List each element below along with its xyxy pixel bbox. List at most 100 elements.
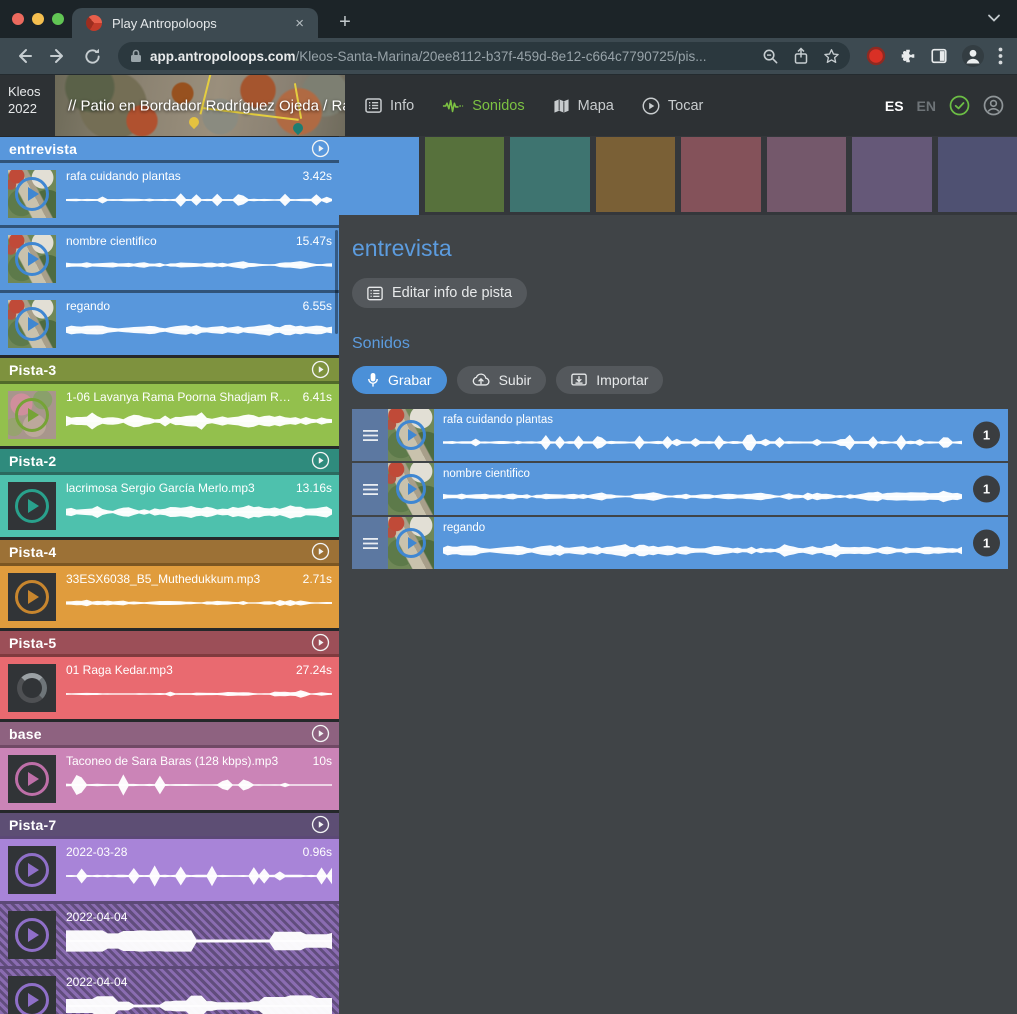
track-color-block-6[interactable] bbox=[767, 137, 847, 212]
tab-close-icon[interactable]: × bbox=[291, 14, 308, 33]
play-sound-icon[interactable] bbox=[15, 918, 49, 952]
sound-row[interactable]: 33ESX6038_B5_Muthedukkum.mp32.71s bbox=[0, 566, 339, 628]
play-section-icon[interactable] bbox=[311, 633, 330, 652]
edit-track-info-button[interactable]: Editar info de pista bbox=[352, 278, 527, 308]
panel-sound-row[interactable]: regando1 bbox=[352, 517, 1008, 569]
play-sound-icon[interactable] bbox=[15, 177, 49, 211]
track-color-block-1[interactable] bbox=[339, 137, 419, 215]
section-header-entrevista[interactable]: entrevista bbox=[0, 137, 339, 160]
play-sound-icon[interactable] bbox=[15, 307, 49, 341]
window-controls[interactable] bbox=[12, 13, 64, 25]
track-color-block-5[interactable] bbox=[681, 137, 761, 212]
play-sound-icon[interactable] bbox=[15, 983, 49, 1014]
play-sound-icon[interactable] bbox=[15, 398, 49, 432]
sound-thumbnail[interactable] bbox=[388, 463, 434, 515]
sound-row[interactable]: 2022-04-04 bbox=[0, 969, 339, 1014]
back-button[interactable] bbox=[10, 42, 38, 70]
language-es[interactable]: ES bbox=[885, 98, 904, 114]
track-color-block-2[interactable] bbox=[425, 137, 505, 212]
sound-thumbnail[interactable] bbox=[388, 517, 434, 569]
share-icon[interactable] bbox=[793, 47, 809, 65]
forward-button[interactable] bbox=[44, 42, 72, 70]
browser-tab[interactable]: Play Antropoloops × bbox=[72, 8, 318, 38]
sound-thumbnail[interactable] bbox=[8, 170, 56, 218]
tab-tocar[interactable]: Tocar bbox=[642, 97, 703, 115]
sound-row[interactable]: 2022-03-280.96s bbox=[0, 839, 339, 901]
track-color-block-7[interactable] bbox=[852, 137, 932, 212]
sound-row[interactable]: nombre cientifico15.47s bbox=[0, 228, 339, 290]
sound-row[interactable]: regando6.55s bbox=[0, 293, 339, 355]
record-button[interactable]: Grabar bbox=[352, 366, 447, 394]
drag-handle[interactable] bbox=[352, 409, 388, 461]
play-section-icon[interactable] bbox=[311, 542, 330, 561]
zoom-window-button[interactable] bbox=[52, 13, 64, 25]
import-button[interactable]: Importar bbox=[556, 366, 663, 394]
play-section-icon[interactable] bbox=[311, 360, 330, 379]
sound-thumbnail[interactable] bbox=[8, 300, 56, 348]
minimize-window-button[interactable] bbox=[32, 13, 44, 25]
tab-info[interactable]: Info bbox=[365, 98, 414, 114]
app-logo[interactable]: Kleos 2022 bbox=[0, 75, 55, 136]
sound-thumbnail[interactable] bbox=[8, 391, 56, 439]
account-icon[interactable] bbox=[983, 95, 1004, 116]
play-sound-icon[interactable] bbox=[15, 580, 49, 614]
language-en[interactable]: EN bbox=[917, 98, 936, 114]
drag-handle[interactable] bbox=[352, 463, 388, 515]
sound-row[interactable]: rafa cuidando plantas3.42s bbox=[0, 163, 339, 225]
section-header-pista-7[interactable]: Pista-7 bbox=[0, 813, 339, 836]
profile-avatar[interactable] bbox=[961, 44, 985, 68]
sound-row[interactable]: 1-06 Lavanya Rama Poorna Shadjam Rupak..… bbox=[0, 384, 339, 446]
record-indicator-icon[interactable] bbox=[866, 46, 886, 66]
browser-menu-dots-icon[interactable] bbox=[998, 47, 1003, 65]
tab-mapa[interactable]: Mapa bbox=[553, 98, 614, 114]
sound-thumbnail[interactable] bbox=[8, 573, 56, 621]
section-header-pista-3[interactable]: Pista-3 bbox=[0, 358, 339, 381]
sound-row[interactable]: 01 Raga Kedar.mp327.24s bbox=[0, 657, 339, 719]
url-bar[interactable]: app.antropoloops.com/Kleos-Santa-Marina/… bbox=[118, 42, 850, 70]
bookmark-star-icon[interactable] bbox=[823, 48, 840, 65]
drag-handle[interactable] bbox=[352, 517, 388, 569]
track-color-block-8[interactable] bbox=[938, 137, 1017, 212]
tab-search-chevron-icon[interactable] bbox=[987, 13, 1001, 23]
sound-thumbnail[interactable] bbox=[8, 911, 56, 959]
sound-thumbnail[interactable] bbox=[8, 664, 56, 712]
play-sound-icon[interactable] bbox=[15, 762, 49, 796]
panel-sound-row[interactable]: rafa cuidando plantas1 bbox=[352, 409, 1008, 461]
close-window-button[interactable] bbox=[12, 13, 24, 25]
section-header-pista-2[interactable]: Pista-2 bbox=[0, 449, 339, 472]
tab-sonidos[interactable]: Sonidos bbox=[442, 98, 524, 114]
play-section-icon[interactable] bbox=[311, 139, 330, 158]
sound-row[interactable]: 2022-04-04 bbox=[0, 904, 339, 966]
zoom-out-icon[interactable] bbox=[762, 48, 779, 65]
panel-sound-row[interactable]: nombre cientifico1 bbox=[352, 463, 1008, 515]
play-sound-icon[interactable] bbox=[15, 853, 49, 887]
sound-row[interactable]: Taconeo de Sara Baras (128 kbps).mp310s bbox=[0, 748, 339, 810]
reload-button[interactable] bbox=[78, 42, 106, 70]
section-header-pista-4[interactable]: Pista-4 bbox=[0, 540, 339, 563]
sound-thumbnail[interactable] bbox=[8, 482, 56, 530]
section-header-pista-5[interactable]: Pista-5 bbox=[0, 631, 339, 654]
play-sound-icon[interactable] bbox=[396, 420, 426, 450]
project-map-thumbnail[interactable]: // Patio en Bordador Rodríguez Ojeda / R… bbox=[55, 75, 345, 136]
upload-button[interactable]: Subir bbox=[457, 366, 547, 394]
extensions-puzzle-icon[interactable] bbox=[899, 47, 917, 65]
sound-thumbnail[interactable] bbox=[8, 235, 56, 283]
sound-thumbnail[interactable] bbox=[8, 755, 56, 803]
sound-thumbnail[interactable] bbox=[8, 976, 56, 1014]
sound-thumbnail[interactable] bbox=[388, 409, 434, 461]
new-tab-button[interactable]: + bbox=[332, 10, 358, 36]
track-color-block-4[interactable] bbox=[596, 137, 676, 212]
play-sound-icon[interactable] bbox=[396, 474, 426, 504]
sync-ok-check-icon[interactable] bbox=[949, 95, 970, 116]
play-sound-icon[interactable] bbox=[396, 528, 426, 558]
side-panel-icon[interactable] bbox=[930, 47, 948, 65]
play-sound-icon[interactable] bbox=[15, 489, 49, 523]
section-header-base[interactable]: base bbox=[0, 722, 339, 745]
play-section-icon[interactable] bbox=[311, 451, 330, 470]
play-section-icon[interactable] bbox=[311, 815, 330, 834]
sidebar-scrollbar[interactable] bbox=[335, 230, 338, 334]
play-sound-icon[interactable] bbox=[15, 242, 49, 276]
sound-row[interactable]: lacrimosa Sergio García Merlo.mp313.16s bbox=[0, 475, 339, 537]
track-color-block-3[interactable] bbox=[510, 137, 590, 212]
play-section-icon[interactable] bbox=[311, 724, 330, 743]
